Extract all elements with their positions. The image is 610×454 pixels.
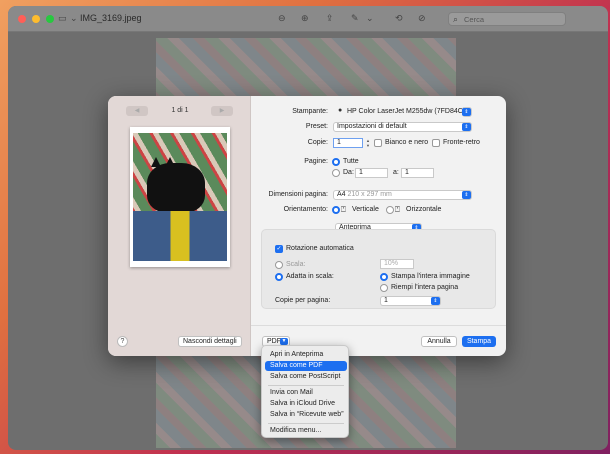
- search-placeholder: Cerca: [464, 15, 485, 24]
- pdf-dropdown-menu: Apri in Anteprima Salva come PDF Salva c…: [261, 345, 349, 438]
- copies-label: Copie:: [307, 139, 328, 146]
- copies-per-page-popup[interactable]: 1 ⇕: [380, 296, 441, 306]
- help-button[interactable]: ?: [117, 336, 128, 347]
- preset-popup[interactable]: Impostazioni di default ⇕: [333, 122, 472, 132]
- pages-all-label: Tutte: [343, 158, 359, 165]
- duplex-checkbox[interactable]: [432, 139, 440, 147]
- chevron-updown-icon: ⇕: [462, 123, 471, 131]
- fill-paper-label: Riempi l'intera pagina: [391, 284, 459, 291]
- search-field[interactable]: ⌕ Cerca: [448, 12, 566, 26]
- menu-separator: [268, 423, 344, 424]
- fit-radio[interactable]: [275, 273, 283, 281]
- paper-size-label: Dimensioni pagina:: [268, 191, 328, 198]
- pages-to-field[interactable]: 1: [401, 168, 434, 178]
- print-button[interactable]: Stampa: [462, 336, 496, 347]
- page-indicator: 1 di 1: [171, 107, 189, 114]
- landscape-label: Orizzontale: [406, 206, 442, 213]
- paper-size-popup[interactable]: A4 210 x 297 mm ⇕: [333, 190, 472, 200]
- minimize-icon[interactable]: [32, 15, 40, 23]
- copies-field[interactable]: 1: [333, 138, 363, 148]
- fill-paper-radio[interactable]: [380, 284, 388, 292]
- markup-icon[interactable]: ✎: [351, 13, 359, 23]
- chevron-down-icon[interactable]: ⌄: [70, 13, 78, 23]
- hide-details-button[interactable]: Nascondi dettagli: [178, 336, 242, 347]
- menu-item-edit-menu[interactable]: Modifica menu...: [265, 426, 347, 436]
- chevron-updown-icon: ⇕: [462, 108, 471, 116]
- prev-page-button[interactable]: ◀: [126, 106, 148, 116]
- preset-value: Impostazioni di default: [337, 123, 407, 130]
- close-icon[interactable]: [18, 15, 26, 23]
- markup-toolbar-icon[interactable]: ⊘: [418, 13, 426, 23]
- pages-from-label: Da:: [343, 169, 354, 176]
- menu-item-save-icloud[interactable]: Salva in iCloud Drive: [265, 399, 347, 409]
- sidebar-icon[interactable]: ▭: [58, 13, 67, 23]
- chevron-updown-icon: ⇕: [431, 297, 440, 305]
- scale-label: Scala:: [286, 261, 306, 268]
- zoom-out-icon[interactable]: ⊖: [278, 13, 286, 23]
- portrait-radio[interactable]: [332, 206, 340, 214]
- landscape-radio[interactable]: [386, 206, 394, 214]
- copies-per-page-label: Copie per pagina:: [275, 297, 331, 304]
- zoom-icon[interactable]: [46, 15, 54, 23]
- search-icon: ⌕: [453, 14, 459, 24]
- printer-popup[interactable]: ⇕: [462, 107, 472, 117]
- menu-item-send-mail[interactable]: Invia con Mail: [265, 388, 347, 398]
- scale-radio[interactable]: [275, 261, 283, 269]
- copies-per-page-value: 1: [384, 297, 388, 304]
- duplex-label: Fronte-retro: [443, 139, 480, 146]
- pages-from-field[interactable]: 1: [355, 168, 388, 178]
- menu-item-open-preview[interactable]: Apri in Anteprima: [265, 350, 347, 360]
- printer-value: HP Color LaserJet M255dw (7FD84C): [347, 108, 466, 115]
- print-entire-radio[interactable]: [380, 273, 388, 281]
- cat-photo: [133, 133, 227, 261]
- printer-icon: ●: [338, 107, 343, 114]
- pdf-label: PDF: [267, 338, 281, 345]
- chevron-down-icon[interactable]: ⌄: [366, 13, 374, 23]
- pages-to-label: a:: [393, 169, 399, 176]
- cancel-button[interactable]: Annulla: [421, 336, 457, 347]
- print-entire-label: Stampa l'intera immagine: [391, 273, 470, 280]
- bw-label: Bianco e nero: [385, 139, 429, 146]
- pages-all-radio[interactable]: [332, 158, 340, 166]
- copies-stepper[interactable]: ▲ ▼: [365, 138, 371, 148]
- menu-item-save-web-receipts[interactable]: Salva in “Ricevute web”: [265, 410, 347, 420]
- page-thumbnail: [130, 127, 230, 267]
- print-dialog: ◀ 1 di 1 ▶ ? Nascondi dettagli Stampante…: [108, 96, 506, 356]
- cat-ear: [151, 157, 161, 167]
- fit-label: Adatta in scala:: [286, 273, 334, 280]
- preview-pane: ◀ 1 di 1 ▶ ? Nascondi dettagli: [108, 96, 251, 356]
- auto-rotate-label: Rotazione automatica: [286, 245, 354, 252]
- title-bar: ▭ ⌄ IMG_3169.jpeg ⊖ ⊕ ⇪ ✎ ⌄ ⟲ ⊘ ⌕ Cerca: [8, 6, 608, 32]
- preset-label: Preset:: [305, 123, 328, 130]
- paper-size-dimensions: 210 x 297 mm: [347, 191, 392, 198]
- portrait-icon: ⍞: [341, 205, 346, 214]
- footer-divider: [251, 325, 506, 326]
- menu-separator: [268, 385, 344, 386]
- pages-label: Pagine:: [304, 158, 328, 165]
- portrait-label: Verticale: [352, 206, 379, 213]
- blanket: [133, 211, 227, 261]
- next-page-button[interactable]: ▶: [211, 106, 233, 116]
- printer-label: Stampante:: [292, 108, 328, 115]
- landscape-icon: ⍞: [395, 205, 400, 214]
- window-title: IMG_3169.jpeg: [80, 13, 142, 23]
- chevron-down-icon: ▼: [280, 338, 288, 345]
- share-icon[interactable]: ⇪: [326, 13, 334, 23]
- traffic-lights: [18, 15, 54, 23]
- rotate-icon[interactable]: ⟲: [395, 13, 403, 23]
- paper-size-value: A4: [337, 191, 346, 198]
- cat-ear: [165, 157, 175, 167]
- auto-rotate-checkbox[interactable]: ✓: [275, 245, 283, 253]
- pages-range-radio[interactable]: [332, 169, 340, 177]
- bw-checkbox[interactable]: [374, 139, 382, 147]
- zoom-in-icon[interactable]: ⊕: [301, 13, 309, 23]
- orientation-label: Orientamento:: [283, 206, 328, 213]
- menu-item-save-pdf[interactable]: Salva come PDF: [265, 361, 347, 371]
- chevron-updown-icon: ⇕: [462, 191, 471, 199]
- menu-item-save-postscript[interactable]: Salva come PostScript: [265, 372, 347, 382]
- preview-options-section: ✓ Rotazione automatica Scala: 10% Adatta…: [261, 229, 496, 309]
- scale-field[interactable]: 10%: [380, 259, 414, 269]
- cat-figure: [147, 157, 205, 213]
